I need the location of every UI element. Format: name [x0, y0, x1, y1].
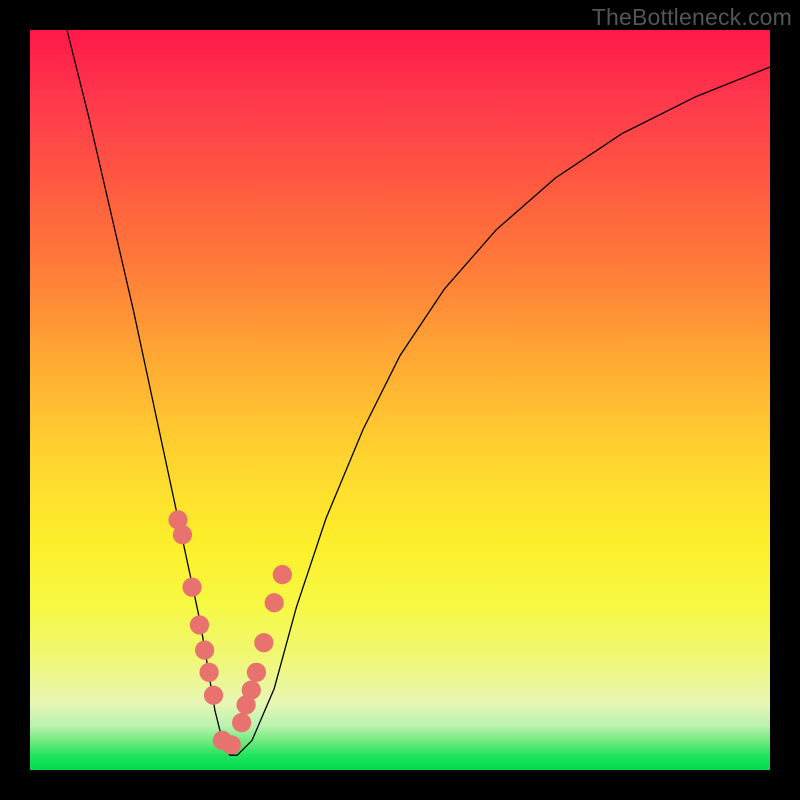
watermark-text: TheBottleneck.com	[592, 4, 792, 31]
heat-gradient-background	[30, 30, 770, 770]
chart-container: TheBottleneck.com	[0, 0, 800, 800]
plot-area	[30, 30, 770, 770]
